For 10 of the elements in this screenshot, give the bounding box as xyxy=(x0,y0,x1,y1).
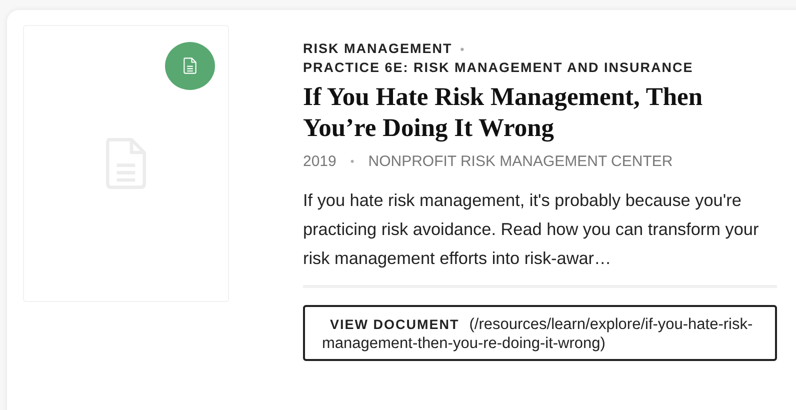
source: NONPROFIT RISK MANAGEMENT CENTER xyxy=(368,153,673,170)
title: If You Hate Risk Management, Then You’re Doing It Wrong xyxy=(303,81,704,143)
separator: • xyxy=(350,156,354,168)
view-document-button[interactable]: VIEW DOCUMENT (/resources/learn/explore/if-you-hate-risk-management-then-you-re-doing-it-wrong) xyxy=(303,305,777,361)
description: If you hate risk management, it's probably because you're practicing risk avoidance. Read how you can transform your risk management efforts into risk-awar… xyxy=(303,189,760,270)
subcategory: PRACTICE 6E: RISK MANAGEMENT AND INSURANCE xyxy=(303,59,694,77)
document-icon xyxy=(183,57,197,75)
category: RISK MANAGEMENT xyxy=(303,41,452,56)
separator: • xyxy=(460,44,466,56)
year: 2019 xyxy=(303,153,336,170)
